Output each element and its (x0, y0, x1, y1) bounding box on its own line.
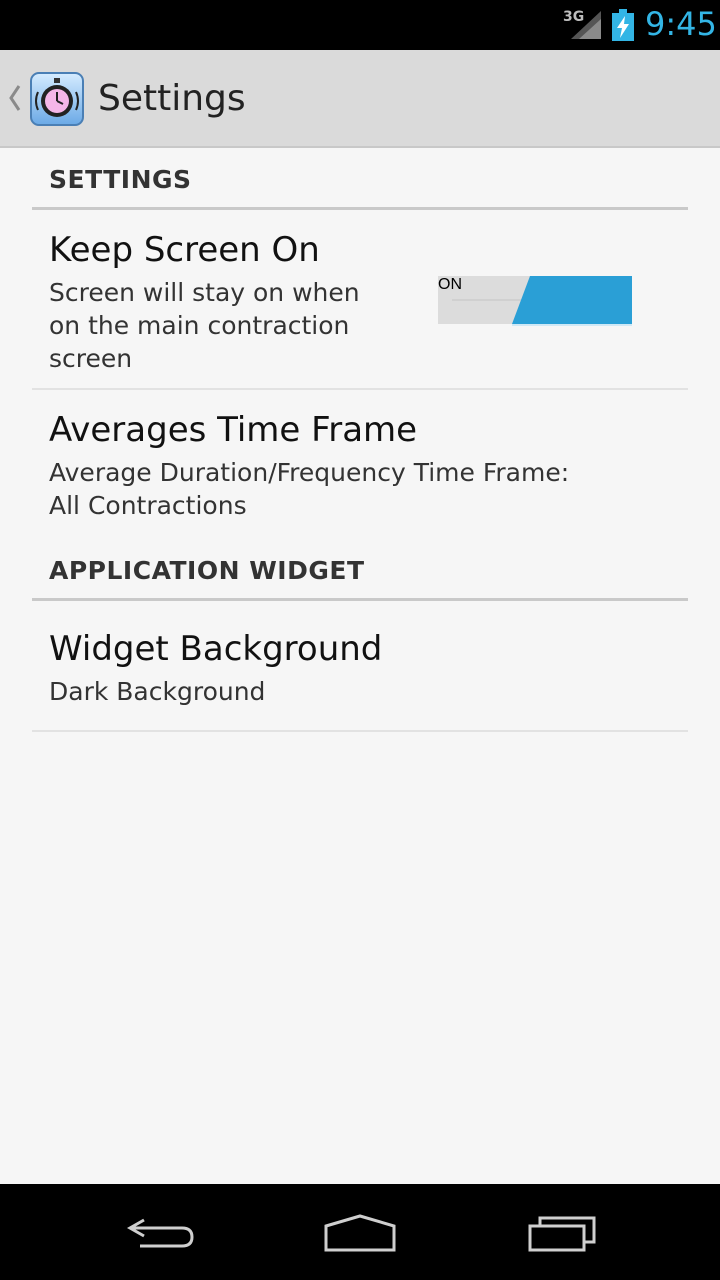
pref-title: Widget Background (49, 629, 383, 669)
toggle-state-label: ON (438, 276, 462, 293)
battery-charging-icon (612, 9, 634, 41)
pref-summary: Average Duration/Frequency Time Frame: A… (49, 458, 570, 520)
pref-title: Averages Time Frame (49, 410, 418, 450)
network-type-label: 3G (563, 9, 585, 25)
divider (32, 730, 688, 732)
up-caret-icon[interactable] (8, 80, 22, 116)
category-header-settings: SETTINGS (49, 165, 192, 194)
home-icon[interactable] (322, 1210, 398, 1254)
stopwatch-app-icon[interactable] (30, 72, 84, 126)
pref-title: Keep Screen On (49, 230, 320, 270)
pref-summary: Screen will stay on when on the main con… (49, 278, 360, 373)
category-settings: SETTINGS (32, 150, 688, 210)
category-application-widget: APPLICATION WIDGET (32, 540, 688, 601)
pref-summary: Dark Background (49, 677, 266, 706)
clock-time: 9:45 (645, 5, 717, 43)
category-header-application-widget: APPLICATION WIDGET (49, 556, 365, 585)
keep-screen-on-toggle[interactable] (438, 276, 632, 326)
pref-widget-background[interactable]: Widget Background Dark Background (32, 603, 688, 729)
back-icon[interactable] (124, 1210, 196, 1254)
status-bar: 3G 9:45 (0, 0, 720, 50)
page-title: Settings (98, 78, 246, 119)
pref-averages-time-frame[interactable]: Averages Time Frame Average Duration/Fre… (32, 392, 688, 532)
recent-apps-icon[interactable] (526, 1210, 598, 1254)
divider (32, 388, 688, 390)
action-bar: Settings (0, 50, 720, 148)
navigation-bar (0, 1184, 720, 1280)
